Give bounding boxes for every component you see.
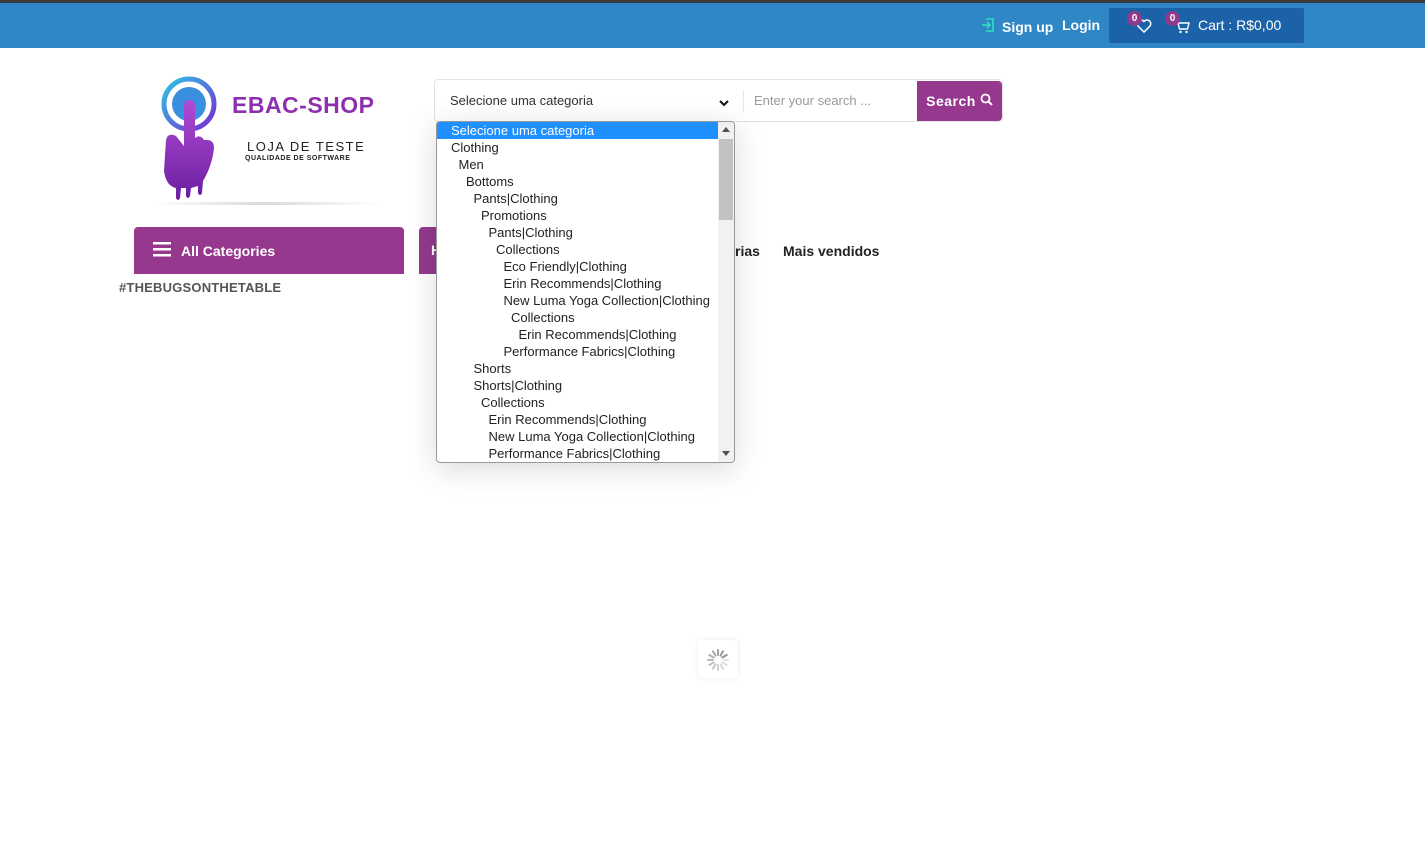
- hashtag-text: #THEBUGSONTHETABLE: [119, 280, 282, 295]
- search-button-label: Search: [926, 93, 976, 109]
- spinner-tick: [719, 650, 724, 657]
- scrollbar-thumb[interactable]: [719, 139, 733, 220]
- site-logo[interactable]: EBAC-SHOP LOJA DE TESTE QUALIDADE DE SOF…: [140, 74, 385, 214]
- dropdown-option[interactable]: Erin Recommends|Clothing: [437, 326, 718, 343]
- scroll-down-arrow-icon[interactable]: [722, 451, 730, 456]
- signup-label: Sign up: [1002, 18, 1054, 35]
- spinner-tick: [721, 661, 728, 666]
- search-divider: [743, 90, 744, 112]
- search-input[interactable]: Enter your search ...: [754, 93, 871, 108]
- spinner-tick: [708, 661, 715, 666]
- dropdown-option[interactable]: Collections: [437, 309, 718, 326]
- dropdown-option[interactable]: New Luma Yoga Collection|Clothing: [437, 292, 718, 309]
- dropdown-options: Selecione uma categoria Clothing Men Bottom…: [437, 122, 718, 462]
- dropdown-option[interactable]: Performance Fabrics|Clothing: [437, 445, 718, 462]
- spinner-tick: [712, 650, 717, 657]
- dropdown-option[interactable]: Men: [437, 156, 718, 173]
- category-select-value: Selecione uma categoria: [450, 93, 594, 108]
- logo-tagline: QUALIDADE DE SOFTWARE: [245, 155, 351, 162]
- dropdown-option[interactable]: Erin Recommends|Clothing: [437, 411, 718, 428]
- menu-icon: [153, 241, 171, 260]
- all-categories-label: All Categories: [181, 242, 276, 259]
- cart-total[interactable]: Cart : R$0,00: [1198, 17, 1281, 33]
- dropdown-option[interactable]: Eco Friendly|Clothing: [437, 258, 718, 275]
- logo-hand-icon: [161, 76, 217, 200]
- dropdown-option[interactable]: Performance Fabrics|Clothing: [437, 343, 718, 360]
- dropdown-option[interactable]: Selecione uma categoria: [437, 122, 718, 139]
- spinner-tick: [721, 654, 728, 659]
- search-icon: [980, 93, 993, 109]
- search-button[interactable]: Search: [917, 81, 1002, 121]
- nav-best-sellers[interactable]: Mais vendidos: [783, 243, 879, 259]
- dropdown-option[interactable]: Clothing: [437, 139, 718, 156]
- dropdown-option[interactable]: Bottoms: [437, 173, 718, 190]
- loading-spinner: [698, 640, 738, 678]
- scroll-up-arrow-icon[interactable]: [722, 127, 730, 132]
- signup-link[interactable]: Sign up: [980, 17, 1053, 36]
- spinner-tick: [708, 654, 715, 659]
- spinner-tick: [719, 663, 724, 670]
- category-dropdown-list[interactable]: Selecione uma categoria Clothing Men Bottom…: [436, 121, 735, 463]
- dropdown-option[interactable]: Shorts|Clothing: [437, 377, 718, 394]
- signup-icon: [980, 17, 996, 36]
- spinner-tick: [712, 663, 717, 670]
- dropdown-option[interactable]: Pants|Clothing: [437, 190, 718, 207]
- nav-categorias[interactable]: rias: [735, 243, 760, 259]
- category-select[interactable]: Selecione uma categoria: [435, 80, 743, 121]
- login-link[interactable]: Login: [1062, 17, 1100, 33]
- dropdown-option[interactable]: Shorts: [437, 360, 718, 377]
- all-categories-button[interactable]: All Categories: [134, 227, 404, 274]
- logo-subtitle: LOJA DE TESTE: [247, 139, 366, 154]
- chevron-down-icon: [718, 95, 730, 113]
- dropdown-option[interactable]: Pants|Clothing: [437, 224, 718, 241]
- dropdown-option[interactable]: Erin Recommends|Clothing: [437, 275, 718, 292]
- dropdown-scrollbar[interactable]: [718, 122, 734, 462]
- cart-count-badge: 0: [1165, 11, 1180, 26]
- dropdown-option[interactable]: Collections: [437, 394, 718, 411]
- logo-underline: [150, 202, 380, 205]
- dropdown-option[interactable]: New Luma Yoga Collection|Clothing: [437, 428, 718, 445]
- logo-title: EBAC-SHOP: [232, 92, 375, 118]
- top-bar: Sign up Login 0 0 Cart : R$0,00: [0, 3, 1425, 48]
- search-bar: Selecione uma categoria Enter your searc…: [434, 79, 1003, 122]
- dropdown-option[interactable]: Collections: [437, 241, 718, 258]
- wishlist-count-badge: 0: [1127, 11, 1142, 26]
- spinner-icon: [707, 649, 729, 671]
- dropdown-option[interactable]: Promotions: [437, 207, 718, 224]
- cart-box[interactable]: 0 0 Cart : R$0,00: [1109, 8, 1304, 43]
